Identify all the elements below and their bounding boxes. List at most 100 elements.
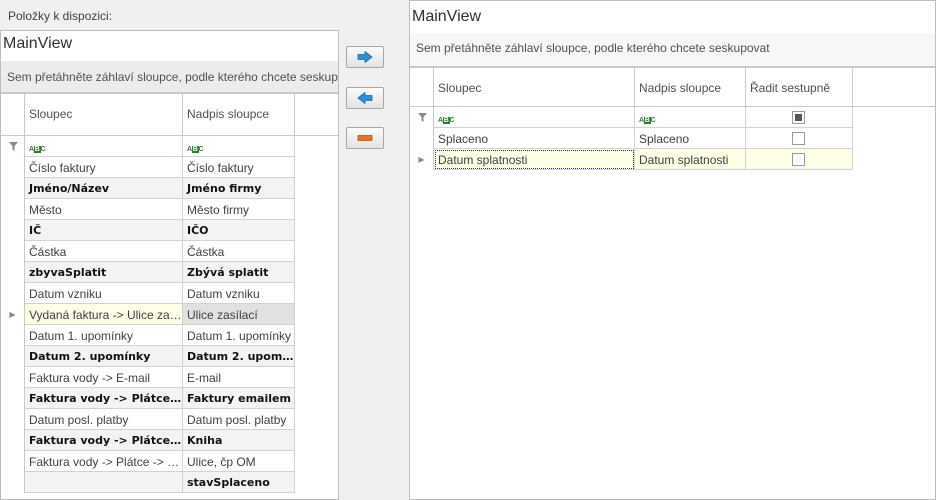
cell-radit-sestupne[interactable] (746, 149, 853, 170)
cell-sloupec[interactable]: Faktura vody -> E-mail (25, 367, 183, 388)
table-row[interactable]: Číslo faktury Číslo faktury (1, 157, 338, 178)
right-filter-cell-radit[interactable] (746, 107, 853, 128)
left-column-header-sloupec[interactable]: Sloupec (25, 94, 183, 135)
table-row[interactable]: Splaceno Splaceno (410, 128, 935, 149)
minus-icon (357, 135, 373, 141)
cell-nadpis[interactable]: Datum 1. upomínky (183, 325, 295, 346)
cell-sloupec[interactable]: Město (25, 199, 183, 220)
right-header-indicator (410, 68, 434, 106)
cell-nadpis[interactable]: Datum posl. platby (183, 409, 295, 430)
cell-sloupec[interactable]: Vydaná faktura -> Ulice zasílací (25, 304, 183, 325)
row-indicator (1, 472, 25, 493)
right-column-header-nadpis[interactable]: Nadpis sloupce (635, 68, 746, 106)
cell-nadpis[interactable]: Splaceno (635, 128, 746, 149)
row-indicator (410, 128, 434, 149)
table-row[interactable]: ▶ Datum splatnosti Datum splatnosti (410, 149, 935, 170)
cell-sloupec[interactable]: Datum 2. upomínky (25, 346, 183, 367)
cell-nadpis[interactable]: Datum 2. upomínky (183, 346, 295, 367)
table-row[interactable]: stavSplaceno (1, 472, 338, 493)
sort-descending-checkbox[interactable] (792, 132, 805, 145)
row-indicator (1, 199, 25, 220)
table-row[interactable]: Faktura vody -> Plátce -> Faktury emaile… (1, 388, 338, 409)
filter-checkbox[interactable] (792, 111, 805, 124)
text-filter-icon: ABC (438, 117, 455, 124)
table-row[interactable]: Datum vzniku Datum vzniku (1, 283, 338, 304)
row-indicator (1, 178, 25, 199)
cell-sloupec[interactable]: Faktura vody -> Plátce -> Ulice, čp OM (25, 451, 183, 472)
left-grid: Sloupec Nadpis sloupce ABC ABC Číslo fak… (1, 93, 338, 493)
right-filter-cell-nadpis[interactable]: ABC (635, 107, 746, 128)
cell-nadpis[interactable]: Faktury emailem (183, 388, 295, 409)
table-row[interactable]: Částka Částka (1, 241, 338, 262)
cell-nadpis[interactable]: Číslo faktury (183, 157, 295, 178)
row-indicator (1, 241, 25, 262)
left-header-indicator (1, 94, 25, 135)
cell-sloupec[interactable] (25, 472, 183, 493)
cell-sloupec[interactable]: Datum posl. platby (25, 409, 183, 430)
left-filter-cell-sloupec[interactable]: ABC (25, 136, 183, 157)
table-row[interactable]: Datum posl. platby Datum posl. platby (1, 409, 338, 430)
cell-nadpis[interactable]: Datum vzniku (183, 283, 295, 304)
cell-sloupec[interactable]: Číslo faktury (25, 157, 183, 178)
cell-nadpis[interactable]: IČO (183, 220, 295, 241)
cell-nadpis[interactable]: Město firmy (183, 199, 295, 220)
available-items-caption: Položky k dispozici: (8, 9, 113, 23)
cell-nadpis[interactable]: Jméno firmy (183, 178, 295, 199)
left-rows: Číslo faktury Číslo faktury Jméno/Název Jmé… (1, 157, 338, 493)
table-row[interactable]: Datum 1. upomínky Datum 1. upomínky (1, 325, 338, 346)
remove-item-button[interactable] (346, 87, 384, 109)
left-grid-header: Sloupec Nadpis sloupce (1, 94, 338, 136)
left-group-by-panel[interactable]: Sem přetáhněte záhlaví sloupce, podle kt… (1, 61, 338, 93)
cell-sloupec[interactable]: Datum 1. upomínky (25, 325, 183, 346)
right-column-header-radit[interactable]: Řadit sestupně (746, 68, 853, 106)
right-filter-indicator (410, 107, 434, 128)
cell-sloupec[interactable]: Faktura vody -> Plátce -> Kniha (25, 430, 183, 451)
cell-nadpis[interactable]: Kniha (183, 430, 295, 451)
table-row[interactable]: Jméno/Název Jméno firmy (1, 178, 338, 199)
cell-sloupec[interactable]: Datum vzniku (25, 283, 183, 304)
cell-nadpis[interactable]: Zbývá splatit (183, 262, 295, 283)
add-item-button[interactable] (346, 46, 384, 68)
row-indicator (1, 157, 25, 178)
cell-sloupec[interactable]: Faktura vody -> Plátce -> Faktury emaile… (25, 388, 183, 409)
cell-nadpis[interactable]: Ulice, čp OM (183, 451, 295, 472)
left-column-header-nadpis[interactable]: Nadpis sloupce (183, 94, 295, 135)
right-column-header-sloupec[interactable]: Sloupec (434, 68, 635, 106)
cell-sloupec[interactable]: Částka (25, 241, 183, 262)
cell-nadpis[interactable]: stavSplaceno (183, 472, 295, 493)
row-indicator (1, 346, 25, 367)
table-row[interactable]: Faktura vody -> Plátce -> KnihaKniha (1, 430, 338, 451)
cell-sloupec[interactable]: Datum splatnosti (434, 149, 635, 170)
available-items-grid-panel: MainView Sem přetáhněte záhlaví sloupce,… (0, 30, 339, 500)
left-filter-cell-nadpis[interactable]: ABC (183, 136, 295, 157)
cell-nadpis[interactable]: Částka (183, 241, 295, 262)
text-filter-icon: ABC (29, 146, 46, 153)
text-filter-icon: ABC (187, 146, 204, 153)
cell-nadpis[interactable]: Ulice zasílací (183, 304, 295, 325)
filter-icon (9, 142, 18, 151)
right-grid-header: Sloupec Nadpis sloupce Řadit sestupně (410, 68, 935, 107)
right-grid: Sloupec Nadpis sloupce Řadit sestupně AB… (410, 67, 935, 170)
table-row[interactable]: Město Město firmy (1, 199, 338, 220)
table-row[interactable]: IČ IČO (1, 220, 338, 241)
cell-nadpis[interactable]: Datum splatnosti (635, 149, 746, 170)
table-row[interactable]: Faktura vody -> Plátce -> Ulice, čp OMUl… (1, 451, 338, 472)
table-row[interactable]: Datum 2. upomínkyDatum 2. upomínky (1, 346, 338, 367)
cell-sloupec[interactable]: Splaceno (434, 128, 635, 149)
table-row[interactable]: zbyvaSplatit Zbývá splatit (1, 262, 338, 283)
right-filter-cell-sloupec[interactable]: ABC (434, 107, 635, 128)
clear-items-button[interactable] (346, 127, 384, 149)
right-view-title: MainView (412, 8, 482, 25)
cell-sloupec[interactable]: zbyvaSplatit (25, 262, 183, 283)
sort-descending-checkbox[interactable] (792, 153, 805, 166)
row-indicator (1, 430, 25, 451)
table-row[interactable]: Faktura vody -> E-mail E-mail (1, 367, 338, 388)
table-row[interactable]: ▶ Vydaná faktura -> Ulice zasílací Ulice z… (1, 304, 338, 325)
row-indicator (1, 388, 25, 409)
row-indicator (1, 220, 25, 241)
right-group-by-panel[interactable]: Sem přetáhněte záhlaví sloupce, podle kt… (410, 33, 935, 67)
cell-nadpis[interactable]: E-mail (183, 367, 295, 388)
cell-radit-sestupne[interactable] (746, 128, 853, 149)
cell-sloupec[interactable]: IČ (25, 220, 183, 241)
cell-sloupec[interactable]: Jméno/Název (25, 178, 183, 199)
